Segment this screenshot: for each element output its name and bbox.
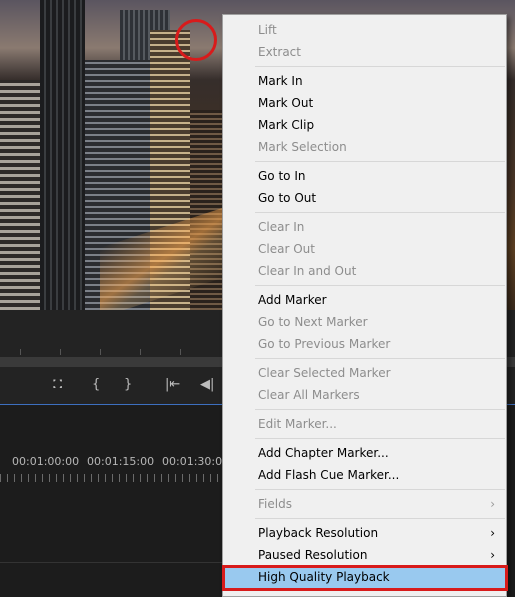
menu-item-label: Clear In and Out	[258, 264, 357, 278]
chevron-right-icon: ›	[490, 526, 495, 540]
menu-item-clear-all-markers[interactable]: Clear All Markers	[225, 384, 505, 406]
menu-item-clear-in[interactable]: Clear In	[225, 216, 505, 238]
menu-item-add-flash-cue-marker[interactable]: Add Flash Cue Marker...	[225, 464, 505, 486]
menu-separator	[255, 66, 505, 67]
menu-item-label: Edit Marker...	[258, 417, 337, 431]
menu-item-label: Add Marker	[258, 293, 327, 307]
menu-item-label: Go to Out	[258, 191, 317, 205]
menu-separator	[255, 409, 505, 410]
menu-separator	[255, 358, 505, 359]
menu-item-add-chapter-marker[interactable]: Add Chapter Marker...	[225, 442, 505, 464]
menu-item-add-marker[interactable]: Add Marker	[225, 289, 505, 311]
mark-in-icon[interactable]: {	[92, 376, 100, 394]
menu-item-go-to-previous-marker[interactable]: Go to Previous Marker	[225, 333, 505, 355]
menu-item-label: Paused Resolution	[258, 548, 368, 562]
menu-separator	[255, 438, 505, 439]
menu-item-clear-in-and-out[interactable]: Clear In and Out	[225, 260, 505, 282]
menu-item-go-to-in[interactable]: Go to In	[225, 165, 505, 187]
menu-separator	[255, 161, 505, 162]
menu-item-mark-selection[interactable]: Mark Selection	[225, 136, 505, 158]
menu-separator	[255, 489, 505, 490]
go-to-in-icon[interactable]: |⇤	[165, 376, 180, 394]
monitor-ruler-ticks	[20, 349, 220, 355]
menu-item-label: Lift	[258, 23, 277, 37]
marker-icon[interactable]: ⛚	[53, 376, 62, 394]
video-building	[40, 0, 85, 310]
chevron-right-icon: ›	[490, 497, 495, 511]
menu-item-mark-out[interactable]: Mark Out	[225, 92, 505, 114]
context-menu: Lift Extract Mark In Mark Out Mark Clip …	[222, 14, 507, 597]
menu-item-label: Go to In	[258, 169, 306, 183]
menu-item-label: Mark In	[258, 74, 303, 88]
menu-item-label: Mark Clip	[258, 118, 315, 132]
timecode-label: 00:01:30:00	[162, 455, 230, 468]
timecode-label: 00:01:15:00	[87, 455, 155, 468]
menu-item-label: Mark Selection	[258, 140, 347, 154]
menu-item-go-to-out[interactable]: Go to Out	[225, 187, 505, 209]
menu-item-label: Clear In	[258, 220, 305, 234]
track-divider	[0, 562, 222, 563]
menu-separator	[255, 518, 505, 519]
menu-item-clear-selected-marker[interactable]: Clear Selected Marker	[225, 362, 505, 384]
menu-item-go-to-next-marker[interactable]: Go to Next Marker	[225, 311, 505, 333]
menu-item-label: Add Chapter Marker...	[258, 446, 389, 460]
menu-item-label: Clear All Markers	[258, 388, 360, 402]
mark-out-icon[interactable]: }	[124, 376, 132, 394]
video-building	[0, 80, 40, 310]
menu-separator	[255, 285, 505, 286]
menu-separator	[255, 212, 505, 213]
menu-item-clear-out[interactable]: Clear Out	[225, 238, 505, 260]
menu-item-label: Add Flash Cue Marker...	[258, 468, 400, 482]
chevron-right-icon: ›	[490, 548, 495, 562]
menu-item-extract[interactable]: Extract	[225, 41, 505, 63]
menu-item-playback-resolution[interactable]: Playback Resolution ›	[225, 522, 505, 544]
menu-item-label: Go to Next Marker	[258, 315, 368, 329]
menu-item-label: Go to Previous Marker	[258, 337, 391, 351]
timecode-label: 00:01:00:00	[12, 455, 80, 468]
timeline-ruler-ticks	[0, 474, 222, 482]
menu-item-label: Fields	[258, 497, 292, 511]
menu-item-fields[interactable]: Fields ›	[225, 493, 505, 515]
menu-item-paused-resolution[interactable]: Paused Resolution ›	[225, 544, 505, 566]
step-back-icon[interactable]: ◀|	[200, 376, 214, 394]
menu-item-label: Playback Resolution	[258, 526, 379, 540]
menu-item-edit-marker[interactable]: Edit Marker...	[225, 413, 505, 435]
menu-item-mark-clip[interactable]: Mark Clip	[225, 114, 505, 136]
menu-item-label: Mark Out	[258, 96, 314, 110]
menu-item-label: Clear Out	[258, 242, 315, 256]
menu-item-label: Extract	[258, 45, 301, 59]
menu-item-mark-in[interactable]: Mark In	[225, 70, 505, 92]
menu-item-label: Clear Selected Marker	[258, 366, 391, 380]
red-circle-annotation	[175, 19, 217, 61]
menu-item-lift[interactable]: Lift	[225, 19, 505, 41]
red-highlight-annotation	[222, 565, 508, 591]
